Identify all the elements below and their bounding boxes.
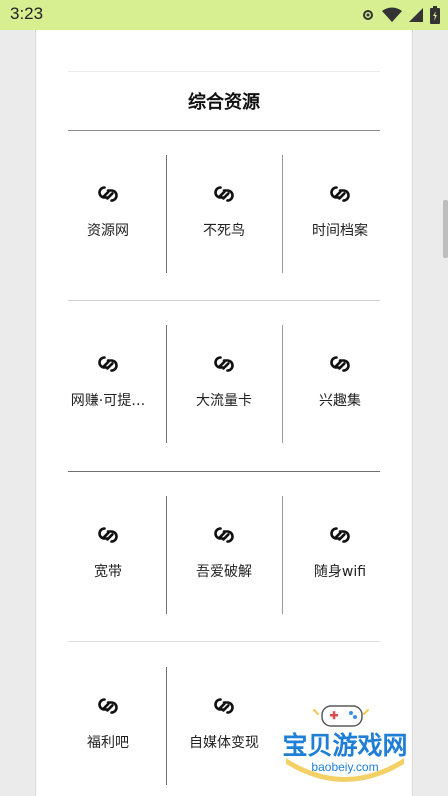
resource-item[interactable]: 宽带 [50,523,166,581]
row-divider [68,300,380,301]
card-right-border [412,30,413,796]
status-bar: 3:23 [0,0,448,30]
resource-item[interactable]: 网赚·可提… [50,352,166,410]
link-icon [98,698,118,714]
row-divider [68,641,380,642]
row-divider [68,471,380,472]
link-icon [98,356,118,372]
link-icon [330,186,350,202]
link-icon [214,186,234,202]
header-divider [68,130,380,131]
watermark-title: 宝贝游戏网 [282,731,407,760]
resource-item[interactable]: 大流量卡 [166,352,282,410]
resource-item[interactable]: 不死鸟 [166,182,282,240]
scrollbar-thumb[interactable] [443,200,448,258]
gamepad-icon [313,705,369,727]
resource-item-label: 兴趣集 [319,393,361,409]
link-icon [98,527,118,543]
top-divider [68,71,380,72]
resource-item[interactable]: 自媒体变现 [166,694,282,752]
resource-item[interactable]: 兴趣集 [282,352,398,410]
resource-item-label: 时间档案 [312,223,368,239]
wifi-icon [382,7,402,22]
resource-item[interactable]: 时间档案 [282,182,398,240]
link-icon [330,527,350,543]
watermark-logo: 宝贝游戏网 baobeiy.com [282,705,408,782]
link-icon [214,527,234,543]
card-left-border [35,30,36,796]
content-card [35,30,413,796]
resource-item-label: 自媒体变现 [189,735,259,751]
resource-item[interactable]: 福利吧 [50,694,166,752]
resource-item[interactable]: 资源网 [50,182,166,240]
link-icon [214,356,234,372]
resource-item-label: 不死鸟 [203,223,245,239]
watermark-url: baobeiy.com [311,760,378,774]
resource-item-label: 宽带 [94,564,122,580]
settings-notification-icon [363,10,373,20]
status-icons [360,6,440,24]
resource-item-label: 福利吧 [87,735,129,751]
resource-item-label: 大流量卡 [196,393,252,409]
resource-item[interactable]: 随身wifi [282,523,398,581]
resource-item-label: 随身wifi [313,564,367,580]
link-icon [98,186,118,202]
status-time: 3:23 [10,4,44,23]
battery-charging-icon [430,6,440,24]
section-title: 综合资源 [188,92,260,113]
resource-item-label: 吾爱破解 [196,564,252,580]
resource-item[interactable]: 吾爱破解 [166,523,282,581]
signal-icon [409,8,423,22]
resource-item-label: 资源网 [87,223,129,239]
link-icon [330,356,350,372]
link-icon [214,698,234,714]
resource-item-label: 网赚·可提… [70,393,146,409]
